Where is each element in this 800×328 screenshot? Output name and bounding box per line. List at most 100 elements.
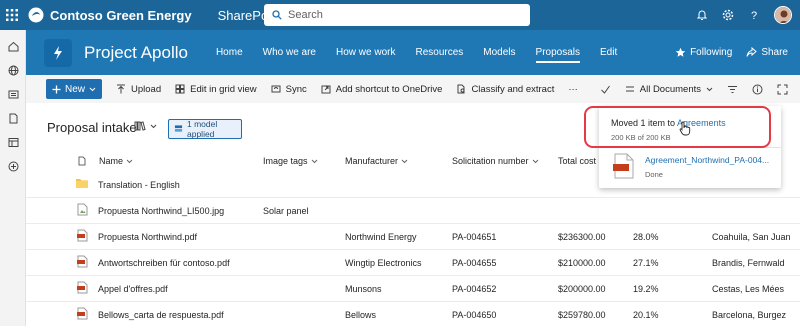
shortcut-icon [321,85,331,94]
nav-resources[interactable]: Resources [415,47,463,58]
avatar[interactable] [774,6,792,24]
globe-icon[interactable] [0,58,26,82]
sync-button[interactable]: Sync [271,84,307,95]
model-applied-badge[interactable]: 1 model applied [168,119,242,139]
brand[interactable]: Contoso Green Energy [24,7,192,23]
model-badge-label: 1 model applied [187,119,218,139]
help-icon[interactable]: ? [748,9,760,21]
site-header: Project Apollo Home Who we are How we wo… [26,30,800,75]
table-row[interactable]: Propuesta Northwind_LI500.jpg Solar pane… [26,198,800,224]
new-button[interactable]: New [46,79,102,99]
row-name[interactable]: Propuesta Northwind.pdf [98,232,197,242]
nav-proposals[interactable]: Proposals [535,47,581,63]
notifications-icon[interactable] [696,9,708,21]
app-launcher-icon[interactable] [0,0,24,30]
view-selector[interactable]: All Documents [625,84,713,95]
column-header-total-cost[interactable]: Total cost [558,156,596,166]
news-icon[interactable] [0,82,26,106]
create-icon[interactable] [0,154,26,178]
row-name[interactable]: Appel d'offres.pdf [98,284,168,294]
column-header-solicitation[interactable]: Solicitation number [452,156,539,166]
row-location: Brandis, Fernwald [712,258,785,268]
site-logo-icon[interactable] [44,38,72,67]
chevron-down-icon [126,159,133,163]
home-icon[interactable] [0,34,26,58]
site-title[interactable]: Project Apollo [84,43,188,63]
row-total-cost: $200000.00 [558,284,606,294]
row-total-cost: $259780.00 [558,310,606,320]
row-percent: 28.0% [633,232,659,242]
row-percent: 19.2% [633,284,659,294]
info-icon[interactable] [752,84,763,95]
row-total-cost: $210000.00 [558,258,606,268]
row-solicitation: PA-004655 [452,258,497,268]
column-header-manufacturer[interactable]: Manufacturer [345,156,408,166]
nav-models[interactable]: Models [483,47,515,58]
row-total-cost: $236300.00 [558,232,606,242]
new-label: New [64,83,85,95]
expand-icon[interactable] [777,84,788,95]
filter-icon[interactable] [727,84,738,95]
more-commands-button[interactable]: ··· [568,84,578,95]
search-box[interactable]: Search [264,4,530,26]
plus-icon [52,85,61,93]
name-header-label: Name [99,156,124,166]
lists-icon[interactable] [0,130,26,154]
edit-grid-view-button[interactable]: Edit in grid view [175,84,257,95]
chevron-down-icon [401,159,408,163]
settings-gear-icon[interactable] [722,9,734,21]
checkmark-icon[interactable] [600,84,611,95]
row-location: Cestas, Les Mées [712,284,785,294]
nav-edit[interactable]: Edit [600,47,617,58]
table-row[interactable]: Bellows_carta de respuesta.pdf Bellows P… [26,302,800,328]
grid-label: Edit in grid view [190,83,257,95]
add-shortcut-button[interactable]: Add shortcut to OneDrive [321,83,443,95]
file-type-header-icon[interactable] [77,156,87,166]
pdf-file-icon [77,281,88,294]
row-name[interactable]: Translation - English [98,180,180,190]
sync-label: Sync [285,83,307,95]
classify-extract-button[interactable]: Classify and extract [456,84,554,95]
column-header-image-tags[interactable]: Image tags [263,156,318,166]
row-name[interactable]: Propuesta Northwind_LI500.jpg [98,206,224,216]
row-solicitation: PA-004650 [452,310,497,320]
share-label: Share [761,47,788,58]
chevron-down-icon [89,87,96,91]
share-button[interactable]: Share [746,47,788,58]
table-row[interactable]: Appel d'offres.pdf Munsons PA-004652 $20… [26,276,800,302]
nav-how-we-work[interactable]: How we work [336,47,395,58]
view-lines-icon [625,86,634,92]
chevron-down-icon [706,87,713,91]
classify-icon [457,84,465,94]
svg-text:?: ? [751,10,757,21]
row-solicitation: PA-004652 [452,284,497,294]
nav-home[interactable]: Home [216,47,243,58]
row-name[interactable]: Bellows_carta de respuesta.pdf [98,310,224,320]
upload-button[interactable]: Upload [116,84,161,95]
suite-bar: Contoso Green Energy SharePoint Search ? [0,0,800,30]
search-icon [272,10,282,20]
nav-who-we-are[interactable]: Who we are [263,47,316,58]
column-header-name[interactable]: Name [99,156,133,166]
table-row[interactable]: Propuesta Northwind.pdf Northwind Energy… [26,224,800,250]
row-name[interactable]: Antwortschreiben für contoso.pdf [98,258,230,268]
row-location: Barcelona, Burgez [712,310,787,320]
row-solicitation: PA-004651 [452,232,497,242]
brand-name: Contoso Green Energy [50,7,192,23]
table-row[interactable]: Antwortschreiben für contoso.pdf Wingtip… [26,250,800,276]
sync-icon [271,85,281,93]
pdf-file-icon [77,255,88,268]
library-view-toggle[interactable] [134,120,157,132]
library-title[interactable]: Proposal intake [47,120,137,135]
toast-file-name[interactable]: Agreement_Northwind_PA-004... [645,155,769,165]
shortcut-label: Add shortcut to OneDrive [335,83,443,95]
pdf-file-icon [613,153,635,179]
model-icon [174,125,183,132]
command-bar: New Upload Edit in grid view Sync Add sh… [26,75,800,103]
search-placeholder: Search [288,9,323,21]
following-button[interactable]: Following [675,47,732,58]
pdf-file-icon [77,229,88,242]
files-icon[interactable] [0,106,26,130]
classify-label: Classify and extract [471,83,555,95]
row-percent: 27.1% [633,258,659,268]
